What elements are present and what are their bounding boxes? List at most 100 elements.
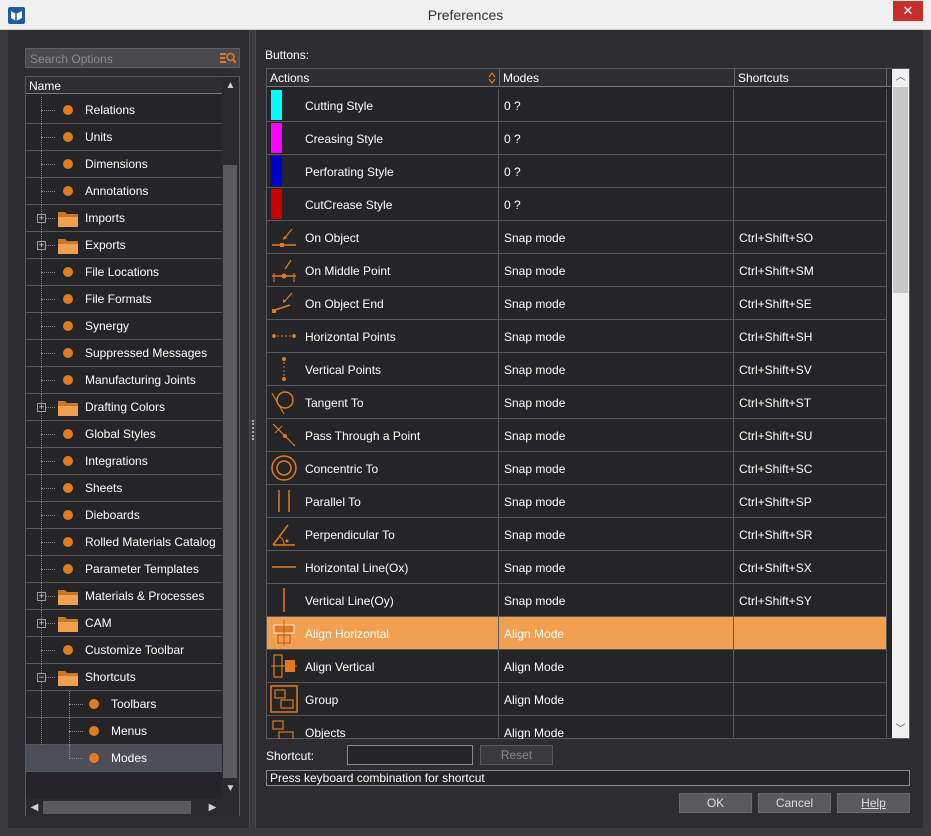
shortcut-cell[interactable]: Ctrl+Shift+SO xyxy=(735,221,887,253)
grid-row-objects[interactable]: Objects Align Mode xyxy=(267,716,887,739)
shortcut-cell[interactable]: Ctrl+Shift+SU xyxy=(735,419,887,451)
action-cell[interactable]: Objects xyxy=(267,716,499,739)
tree-item-file-formats[interactable]: File Formats xyxy=(26,286,222,313)
scroll-down-icon[interactable]: ▼ xyxy=(222,780,239,797)
collapse-icon[interactable]: − xyxy=(37,673,46,682)
mode-cell[interactable]: Snap mode xyxy=(500,551,734,583)
grid-row-horizontal-line-ox[interactable]: Horizontal Line(Ox) Snap mode Ctrl+Shift+S… xyxy=(267,551,887,584)
action-cell[interactable]: Creasing Style xyxy=(267,122,499,154)
tree-item-menus[interactable]: Menus xyxy=(26,718,222,745)
scroll-left-icon[interactable]: ◀ xyxy=(26,799,43,816)
grid-row-vertical-line-oy[interactable]: Vertical Line(Oy) Snap mode Ctrl+Shift+SY xyxy=(267,584,887,617)
tree-item-shortcuts[interactable]: − Shortcuts xyxy=(26,664,222,691)
action-cell[interactable]: On Object xyxy=(267,221,499,253)
tree-item-dieboards[interactable]: Dieboards xyxy=(26,502,222,529)
mode-cell[interactable]: 0 ? xyxy=(500,155,734,187)
mode-cell[interactable]: Align Mode xyxy=(500,617,734,649)
grid-row-on-object-end[interactable]: On Object End Snap mode Ctrl+Shift+SE xyxy=(267,287,887,320)
action-cell[interactable]: Cutting Style xyxy=(267,89,499,121)
tree-item-relations[interactable]: Relations xyxy=(26,97,222,124)
tree-item-materials-processes[interactable]: + Materials & Processes xyxy=(26,583,222,610)
tree-item-exports[interactable]: + Exports xyxy=(26,232,222,259)
column-header-shortcuts[interactable]: Shortcuts xyxy=(735,69,887,87)
tree-item-integrations[interactable]: Integrations xyxy=(26,448,222,475)
expand-icon[interactable]: + xyxy=(37,619,46,628)
sort-icon[interactable] xyxy=(488,72,496,84)
shortcut-cell[interactable]: Ctrl+Shift+SY xyxy=(735,584,887,616)
shortcut-cell[interactable]: Ctrl+Shift+SH xyxy=(735,320,887,352)
tree-item-imports[interactable]: + Imports xyxy=(26,205,222,232)
action-cell[interactable]: Group xyxy=(267,683,499,715)
grid-scroll-thumb[interactable] xyxy=(893,87,908,293)
scroll-right-icon[interactable]: ▶ xyxy=(204,799,221,816)
grid-row-tangent-to[interactable]: Tangent To Snap mode Ctrl+Shift+ST xyxy=(267,386,887,419)
grid-row-cutting-style[interactable]: Cutting Style 0 ? xyxy=(267,89,887,122)
action-cell[interactable]: Pass Through a Point xyxy=(267,419,499,451)
grid-scroll-up-icon[interactable]: ︿ xyxy=(892,69,909,86)
search-icon[interactable] xyxy=(220,51,236,65)
grid-vertical-scrollbar[interactable]: ︿ ﹀ xyxy=(892,69,909,738)
scroll-up-icon[interactable]: ▲ xyxy=(222,77,239,94)
tree-item-parameter-templates[interactable]: Parameter Templates xyxy=(26,556,222,583)
tree-item-units[interactable]: Units xyxy=(26,124,222,151)
mode-cell[interactable]: 0 ? xyxy=(500,122,734,154)
shortcut-input[interactable] xyxy=(347,745,473,765)
grid-row-align-horizontal[interactable]: Align Horizontal Align Mode xyxy=(267,617,887,650)
grid-row-pass-through-a-point[interactable]: Pass Through a Point Snap mode Ctrl+Shift+… xyxy=(267,419,887,452)
shortcut-cell[interactable]: Ctrl+Shift+SE xyxy=(735,287,887,319)
grid-row-creasing-style[interactable]: Creasing Style 0 ? xyxy=(267,122,887,155)
shortcut-cell[interactable] xyxy=(735,155,887,187)
tree-item-manufacturing-joints[interactable]: Manufacturing Joints xyxy=(26,367,222,394)
expand-icon[interactable]: + xyxy=(37,592,46,601)
grid-row-concentric-to[interactable]: Concentric To Snap mode Ctrl+Shift+SC xyxy=(267,452,887,485)
tree-item-customize-toolbar[interactable]: Customize Toolbar xyxy=(26,637,222,664)
mode-cell[interactable]: Snap mode xyxy=(500,254,734,286)
grid-row-group[interactable]: Group Align Mode xyxy=(267,683,887,716)
column-header-actions[interactable]: Actions xyxy=(267,69,500,87)
shortcut-cell[interactable] xyxy=(735,683,887,715)
mode-cell[interactable]: Snap mode xyxy=(500,485,734,517)
ok-button[interactable]: OK xyxy=(679,793,752,813)
close-button[interactable]: ✕ xyxy=(893,1,923,21)
grid-scroll-down-icon[interactable]: ﹀ xyxy=(892,721,909,738)
grid-row-parallel-to[interactable]: Parallel To Snap mode Ctrl+Shift+SP xyxy=(267,485,887,518)
action-cell[interactable]: Parallel To xyxy=(267,485,499,517)
tree-item-cam[interactable]: + CAM xyxy=(26,610,222,637)
action-cell[interactable]: On Middle Point xyxy=(267,254,499,286)
tree-item-rolled-materials-catalog[interactable]: Rolled Materials Catalog xyxy=(26,529,222,556)
shortcut-cell[interactable] xyxy=(735,89,887,121)
reset-button[interactable]: Reset xyxy=(480,745,553,765)
grid-row-vertical-points[interactable]: Vertical Points Snap mode Ctrl+Shift+SV xyxy=(267,353,887,386)
action-cell[interactable]: Perpendicular To xyxy=(267,518,499,550)
action-cell[interactable]: Align Horizontal xyxy=(267,617,499,649)
grid-row-horizontal-points[interactable]: Horizontal Points Snap mode Ctrl+Shift+SH xyxy=(267,320,887,353)
shortcut-cell[interactable]: Ctrl+Shift+ST xyxy=(735,386,887,418)
mode-cell[interactable]: Align Mode xyxy=(500,650,734,682)
mode-cell[interactable]: Snap mode xyxy=(500,287,734,319)
mode-cell[interactable]: Snap mode xyxy=(500,386,734,418)
action-cell[interactable]: Vertical Points xyxy=(267,353,499,385)
mode-cell[interactable]: Snap mode xyxy=(500,584,734,616)
tree-hscroll-thumb[interactable] xyxy=(43,801,191,814)
tree-item-file-locations[interactable]: File Locations xyxy=(26,259,222,286)
tree-item-modes[interactable]: Modes xyxy=(26,745,222,772)
action-cell[interactable]: CutCrease Style xyxy=(267,188,499,220)
tree-item-annotations[interactable]: Annotations xyxy=(26,178,222,205)
grid-row-perforating-style[interactable]: Perforating Style 0 ? xyxy=(267,155,887,188)
shortcut-cell[interactable]: Ctrl+Shift+SV xyxy=(735,353,887,385)
action-cell[interactable]: On Object End xyxy=(267,287,499,319)
tree-item-synergy[interactable]: Synergy xyxy=(26,313,222,340)
grid-row-perpendicular-to[interactable]: Perpendicular To Snap mode Ctrl+Shift+SR xyxy=(267,518,887,551)
tree-vertical-scrollbar[interactable]: ▲ ▼ xyxy=(222,77,239,799)
action-cell[interactable]: Tangent To xyxy=(267,386,499,418)
mode-cell[interactable]: Align Mode xyxy=(500,683,734,715)
grid-row-cutcrease-style[interactable]: CutCrease Style 0 ? xyxy=(267,188,887,221)
shortcut-cell[interactable] xyxy=(735,650,887,682)
grid-row-align-vertical[interactable]: Align Vertical Align Mode xyxy=(267,650,887,683)
search-input[interactable]: Search Options xyxy=(25,48,240,68)
tree-item-suppressed-messages[interactable]: Suppressed Messages xyxy=(26,340,222,367)
shortcut-cell[interactable] xyxy=(735,617,887,649)
column-header-modes[interactable]: Modes xyxy=(500,69,735,87)
shortcut-cell[interactable] xyxy=(735,716,887,739)
cancel-button[interactable]: Cancel xyxy=(758,793,831,813)
